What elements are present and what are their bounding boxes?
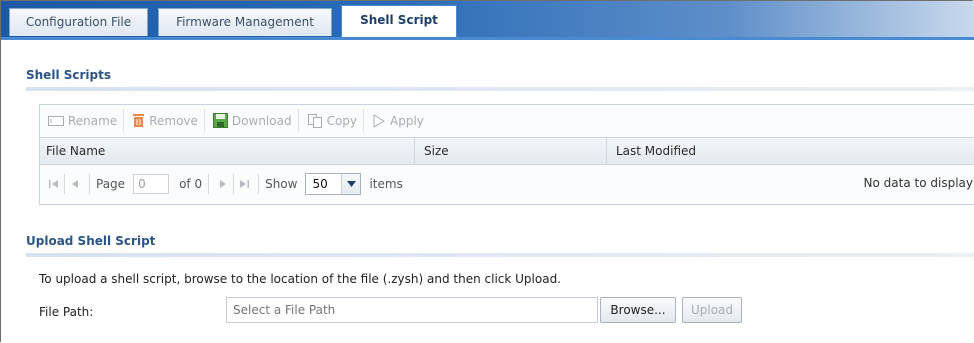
copy-label: Copy xyxy=(326,113,358,128)
page-size-select[interactable]: 50 xyxy=(305,173,362,195)
tab-configuration-file[interactable]: Configuration File xyxy=(9,8,148,36)
remove-label: Remove xyxy=(149,113,198,128)
copy-icon xyxy=(307,113,322,128)
shell-scripts-divider xyxy=(26,87,974,91)
pagination-bar: Page 0 of 0 Show 50 items No data to dis… xyxy=(40,165,974,203)
shell-scripts-title: Shell Scripts xyxy=(26,68,111,82)
column-divider xyxy=(606,138,607,164)
rename-icon xyxy=(48,115,64,126)
last-page-icon[interactable] xyxy=(236,176,252,192)
upload-shell-script-title: Upload Shell Script xyxy=(26,234,156,248)
items-label: items xyxy=(369,177,403,191)
column-divider xyxy=(414,138,415,164)
apply-button[interactable]: Apply xyxy=(366,109,430,133)
upload-instructions: To upload a shell script, browse to the … xyxy=(39,272,561,286)
next-page-icon[interactable] xyxy=(215,176,231,192)
table-toolbar: Rename Remove Download Copy Apply xyxy=(40,105,473,136)
tab-shell-script[interactable]: Shell Script xyxy=(341,5,457,37)
upload-divider xyxy=(26,253,974,257)
download-label: Download xyxy=(231,113,292,128)
first-page-icon[interactable] xyxy=(46,176,62,192)
page-count: of 0 xyxy=(179,177,203,191)
tab-bar-underline xyxy=(1,37,974,40)
no-data-message: No data to display xyxy=(863,176,973,190)
column-size[interactable]: Size xyxy=(424,144,449,158)
rename-button[interactable]: Rename xyxy=(42,108,125,133)
trash-icon xyxy=(133,114,145,127)
column-file-name[interactable]: File Name xyxy=(46,144,105,158)
shell-scripts-table: Rename Remove Download Copy Apply File N… xyxy=(39,104,974,205)
apply-label: Apply xyxy=(390,113,424,128)
column-last-modified[interactable]: Last Modified xyxy=(616,144,696,158)
previous-page-icon[interactable] xyxy=(67,176,83,192)
download-icon xyxy=(212,113,228,128)
upload-button[interactable]: Upload xyxy=(682,297,742,323)
chevron-down-icon[interactable] xyxy=(341,174,361,194)
page-size-value: 50 xyxy=(312,177,328,191)
download-button[interactable]: Download xyxy=(207,108,299,133)
remove-button[interactable]: Remove xyxy=(126,108,205,133)
page-number-input[interactable]: 0 xyxy=(133,174,170,194)
tab-firmware-management[interactable]: Firmware Management xyxy=(158,8,332,36)
page-label: Page xyxy=(96,177,126,191)
copy-button[interactable]: Copy xyxy=(301,108,365,133)
file-path-input[interactable] xyxy=(226,297,598,323)
show-label: Show xyxy=(265,177,298,191)
table-header: File Name Size Last Modified xyxy=(40,137,974,165)
apply-arrow-icon xyxy=(373,113,386,128)
file-path-label: File Path: xyxy=(39,305,94,319)
browse-button[interactable]: Browse... xyxy=(600,297,676,323)
rename-label: Rename xyxy=(68,113,118,128)
